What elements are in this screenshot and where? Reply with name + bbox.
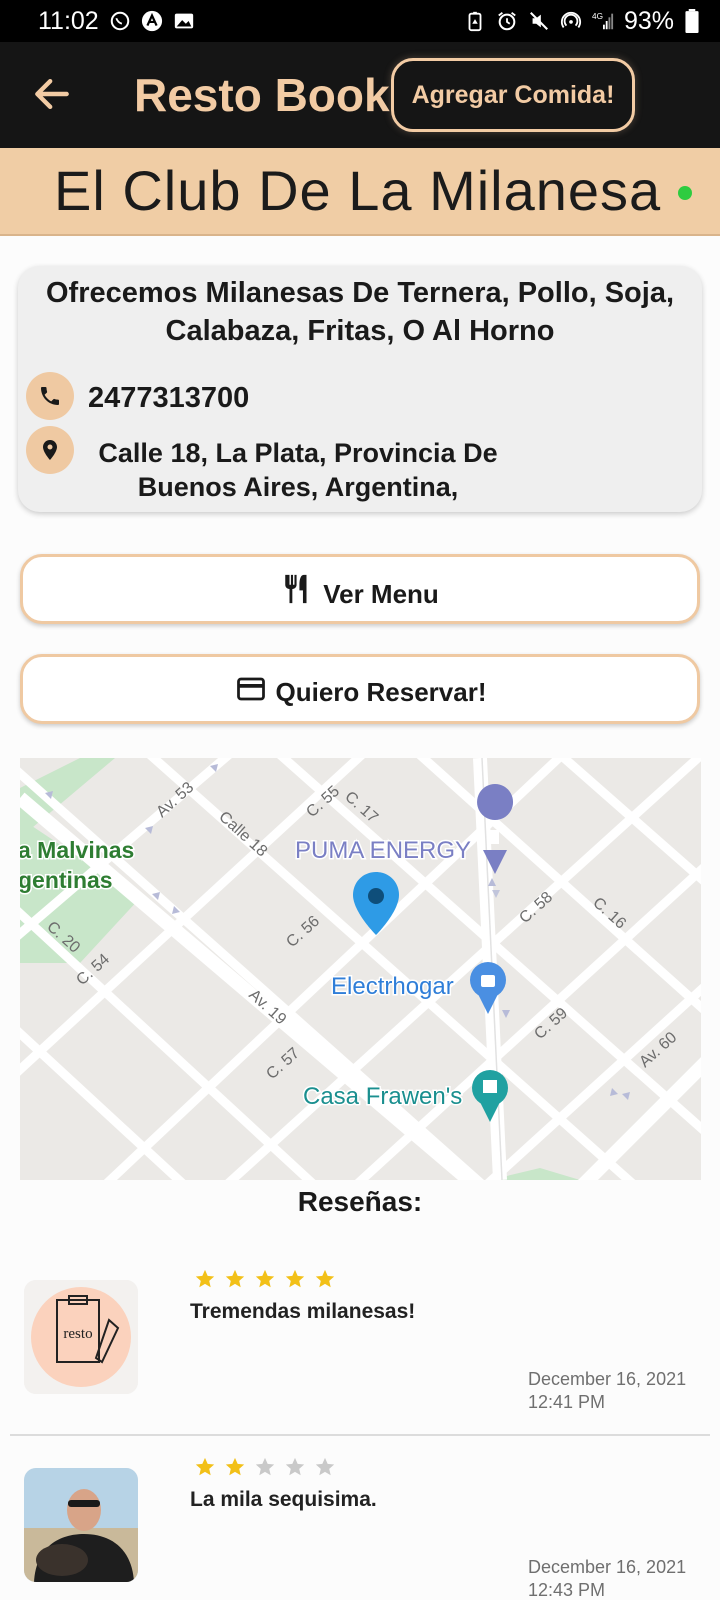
back-button[interactable] <box>30 72 74 116</box>
review-date-time: 12:43 PM <box>528 1580 606 1600</box>
map-label-park-2: gentinas <box>20 867 113 893</box>
star-icon <box>224 1456 246 1483</box>
star-icon <box>284 1456 306 1483</box>
star-icon <box>314 1268 336 1295</box>
location-pin-icon <box>26 426 74 474</box>
signal-icon: 4G <box>592 12 614 30</box>
restaurant-header: El Club De La Milanesa <box>0 148 720 236</box>
battery-icon <box>685 9 699 33</box>
star-icon <box>194 1268 216 1295</box>
view-menu-button[interactable]: Ver Menu <box>20 554 700 624</box>
map-label-park-1: a Malvinas <box>20 837 134 863</box>
restaurant-info-card: Ofrecemos Milanesas De Ternera, Pollo, S… <box>18 266 702 512</box>
review-text: Tremendas milanesas! <box>190 1300 416 1323</box>
gallery-icon <box>174 13 193 29</box>
svg-text:4G: 4G <box>592 12 603 21</box>
review-date-time: 12:41 PM <box>528 1392 606 1412</box>
online-status-dot <box>678 186 692 200</box>
map-label-casa: Casa Frawen's <box>303 1083 462 1110</box>
cutlery-icon <box>285 574 307 604</box>
battery-level: 93% <box>623 6 674 35</box>
reviewer-avatar: resto <box>24 1280 138 1394</box>
review-item: La mila sequisima. December 16, 2021 12:… <box>10 1438 710 1600</box>
star-icon <box>224 1268 246 1295</box>
status-bar: 11:02 4G 93% <box>0 0 720 42</box>
restaurant-name: El Club De La Milanesa <box>54 159 662 222</box>
star-icon <box>284 1268 306 1295</box>
review-date-day: December 16, 2021 <box>528 1557 687 1577</box>
review-date: December 16, 2021 12:43 PM <box>528 1556 686 1600</box>
whatsapp-icon <box>110 11 129 31</box>
address-line-1: Calle 18, La Plata, Provincia De <box>98 438 498 468</box>
restaurant-phone[interactable]: 2477313700 <box>88 382 249 415</box>
hotspot-icon <box>560 11 581 28</box>
arrow-left-icon <box>35 78 69 110</box>
review-date: December 16, 2021 12:41 PM <box>528 1368 686 1414</box>
star-icon <box>194 1456 216 1483</box>
app-title: Resto Book <box>134 69 390 121</box>
address-line-2: Buenos Aires, Argentina, <box>137 472 459 502</box>
avatar-logo-text: resto <box>63 1326 92 1342</box>
map-label-puma: PUMA ENERGY <box>295 837 471 864</box>
add-food-button[interactable]: Agregar Comida! <box>391 58 635 132</box>
rating-stars <box>194 1268 336 1295</box>
reviewer-avatar <box>24 1468 138 1582</box>
mute-icon <box>529 12 548 30</box>
location-map[interactable]: Av. 53 Calle 18 C. 55 C. 17 C. 56 C. 58 … <box>20 758 701 1180</box>
review-date-day: December 16, 2021 <box>528 1369 687 1389</box>
alarm-icon <box>498 12 516 31</box>
battery-saver-icon <box>468 11 482 32</box>
app-notification-icon <box>141 10 162 32</box>
star-icon <box>314 1456 336 1483</box>
restaurant-address[interactable]: Calle 18, La Plata, Provincia De Buenos … <box>78 436 518 504</box>
app-bar: Resto Book Agregar Comida! <box>0 42 720 148</box>
rating-stars <box>194 1456 336 1483</box>
view-menu-label: Ver Menu <box>323 578 439 609</box>
review-text: La mila sequisima. <box>190 1488 377 1511</box>
credit-card-icon <box>236 677 265 701</box>
map-canvas: Av. 53 Calle 18 C. 55 C. 17 C. 56 C. 58 … <box>20 758 701 1180</box>
review-item: resto Tremendas milanesas! December 16, … <box>10 1250 710 1436</box>
restaurant-description: Ofrecemos Milanesas De Ternera, Pollo, S… <box>45 277 675 347</box>
status-time: 11:02 <box>38 6 99 35</box>
map-label-electro: Electrhogar <box>331 973 454 1000</box>
star-icon <box>254 1456 276 1483</box>
star-icon <box>254 1268 276 1295</box>
phone-icon <box>26 372 74 420</box>
reserve-label: Quiero Reservar! <box>275 676 487 707</box>
reserve-button[interactable]: Quiero Reservar! <box>20 654 700 724</box>
reviews-title: Reseñas: <box>297 1186 423 1217</box>
